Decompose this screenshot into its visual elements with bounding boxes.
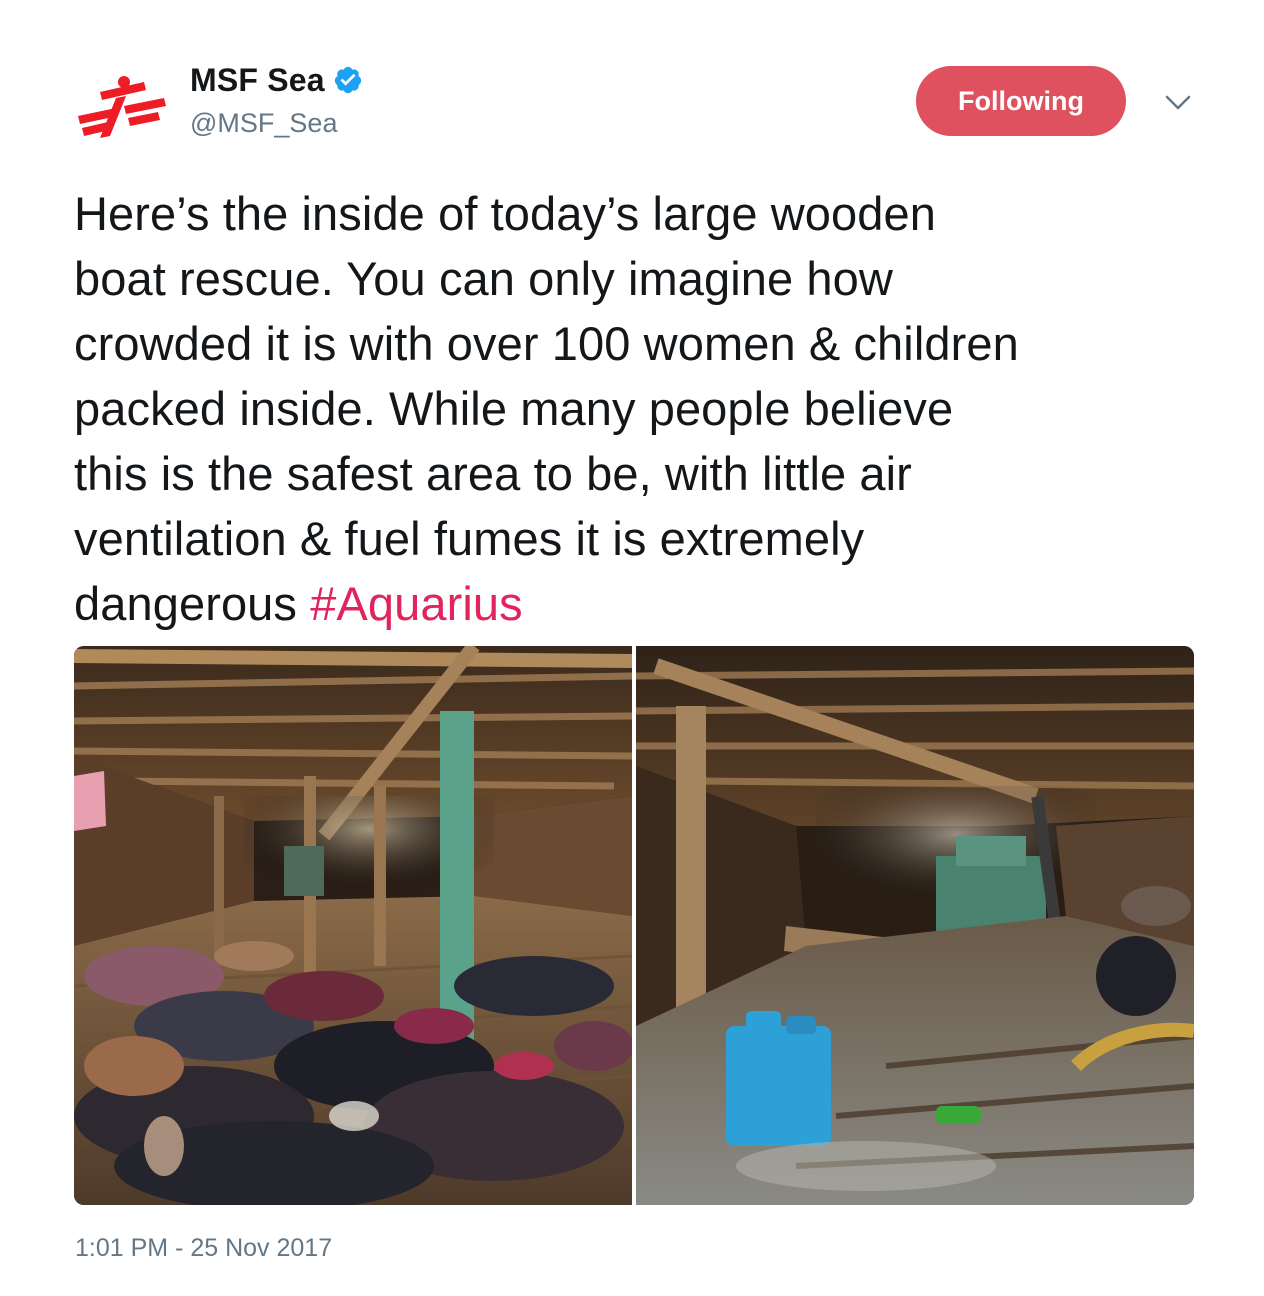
- photo-1[interactable]: [74, 646, 632, 1205]
- tweet-text-line-last: dangerous #Aquarius: [74, 571, 1214, 636]
- handle[interactable]: @MSF_Sea: [190, 108, 363, 139]
- tweet-text-line: boat rescue. You can only imagine how: [74, 252, 893, 305]
- boat-hold-engine-photo: [636, 646, 1194, 1205]
- tweet-text-line: crowded it is with over 100 women & chil…: [74, 317, 1019, 370]
- verified-badge-icon: [334, 66, 361, 94]
- tweet-text-fragment: dangerous: [74, 577, 311, 630]
- tweet-text: Here’s the inside of today’s large woode…: [74, 181, 1214, 636]
- avatar[interactable]: [72, 62, 168, 158]
- tweet-text-line: Here’s the inside of today’s large woode…: [74, 187, 936, 240]
- boat-hold-clothes-photo: [74, 646, 632, 1205]
- display-name[interactable]: MSF Sea: [190, 62, 325, 99]
- following-button[interactable]: Following: [916, 66, 1126, 136]
- name-row: MSF Sea: [190, 58, 363, 102]
- chevron-down-icon[interactable]: [1164, 88, 1192, 116]
- msf-logo-icon: [78, 76, 166, 138]
- tweet-text-line: this is the safest area to be, with litt…: [74, 447, 912, 500]
- author-block: MSF Sea @MSF_Sea: [190, 58, 363, 148]
- photo-2[interactable]: [636, 646, 1194, 1205]
- tweet-text-line: packed inside. While many people believe: [74, 382, 954, 435]
- tweet-text-line: ventilation & fuel fumes it is extremely: [74, 512, 865, 565]
- media-grid: [74, 646, 1194, 1205]
- hashtag-link[interactable]: #Aquarius: [310, 577, 523, 630]
- timestamp[interactable]: 1:01 PM - 25 Nov 2017: [75, 1234, 332, 1263]
- tweet-card: MSF Sea @MSF_Sea Following Here’s the in…: [0, 0, 1264, 1296]
